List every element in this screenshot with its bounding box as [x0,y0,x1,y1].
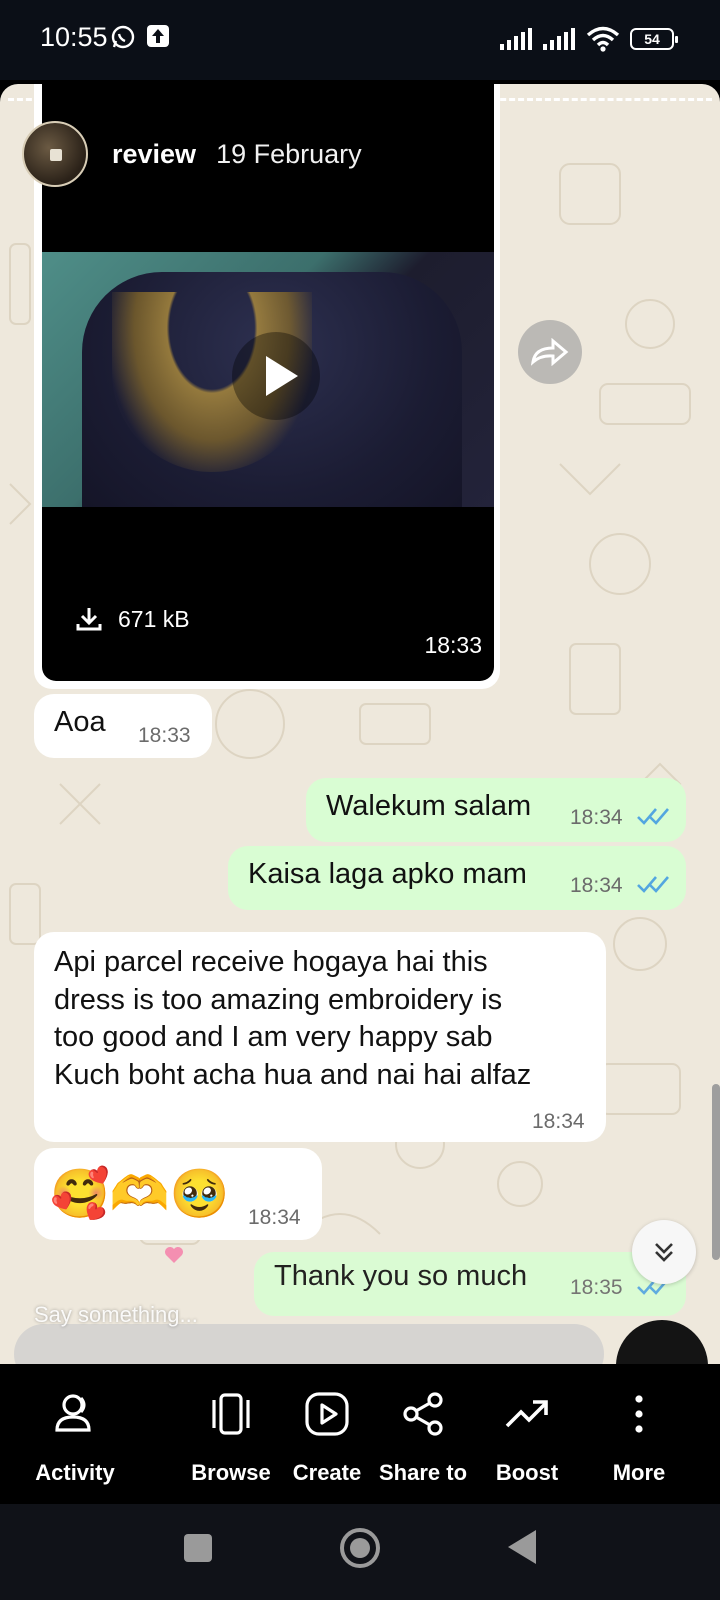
scrollbar[interactable] [712,1084,720,1260]
more-label: More [612,1460,666,1485]
browse-icon [212,1393,250,1435]
double-chevron-down-icon [655,1243,673,1262]
story-viewer[interactable]: 671 kB 18:33 review 19 February Aoa 18:3… [0,84,720,1364]
back-icon[interactable] [506,1528,538,1566]
browse-label: Browse [191,1460,271,1485]
message-text-line: too good and I am very happy sab [54,1021,493,1053]
whatsapp-icon [111,25,135,49]
wifi-icon [586,26,620,52]
upload-icon [147,25,169,47]
message-time: 18:35 [570,1276,623,1299]
create-label: Create [292,1460,362,1485]
heart-icon [165,1247,183,1263]
message-text-line: Kuch boht acha hua and nai hai alfaz [54,1058,532,1091]
message-time: 18:34 [570,806,623,829]
share-to-button[interactable]: Share to [368,1386,478,1486]
download-icon [76,608,102,631]
message-bubble-outgoing[interactable]: Kaisa laga apko mam 18:34 [228,846,686,910]
share-to-label: Share to [378,1460,468,1485]
browse-button[interactable]: Browse [176,1386,286,1486]
scroll-to-bottom-button[interactable] [632,1220,696,1284]
status-bar: 10:55 54 [0,0,720,80]
reply-input[interactable] [14,1324,604,1364]
message-bubble-incoming[interactable]: 🥰🫶🥹 18:34 [34,1148,322,1240]
forward-icon [531,338,569,366]
story-username[interactable]: review [112,139,196,170]
share-icon [403,1392,443,1436]
forward-button[interactable] [518,320,582,384]
read-ticks-icon [637,876,669,893]
message-text-line: dress is too amazing embroidery is [54,983,503,1016]
signal-icon [500,28,532,50]
more-button[interactable]: More [584,1386,694,1486]
create-icon [305,1392,349,1436]
boost-icon [505,1400,548,1428]
home-icon[interactable] [338,1526,382,1570]
message-text: Kaisa laga apko mam [248,858,527,890]
battery-icon: 54 [630,28,678,50]
story-header: review 19 February [22,120,362,188]
read-ticks-icon [637,808,669,825]
emoji-message: 🥰🫶🥹 [50,1166,230,1222]
download-button[interactable]: 671 kB [74,604,190,634]
boost-button[interactable]: Boost [472,1386,582,1486]
message-bubble-outgoing[interactable]: Walekum salam 18:34 [306,778,686,842]
message-time: 18:34 [248,1206,301,1229]
video-timestamp: 18:33 [424,632,482,658]
message-bubble-outgoing[interactable]: Thank you so much 18:35 [254,1252,686,1316]
story-action-bar: Activity Browse Create Share to Boost Mo… [0,1364,720,1504]
message-bubble-incoming[interactable]: Aoa 18:33 [34,694,212,758]
activity-button[interactable]: Activity [20,1386,130,1486]
recents-icon[interactable] [182,1532,214,1564]
avatar[interactable] [22,121,88,187]
video-thumbnail [42,252,494,507]
status-time: 10:55 [40,22,108,52]
message-time: 18:34 [532,1110,585,1133]
message-text: Aoa [54,706,106,738]
create-button[interactable]: Create [272,1386,382,1486]
signal-icon [543,28,575,50]
reply-placeholder: Say something... [34,1302,198,1327]
activity-label: Activity [35,1460,115,1485]
story-date: 19 February [216,138,362,169]
message-text-line: Api parcel receive hogaya hai this [54,946,488,978]
play-button[interactable] [232,332,320,420]
system-nav-bar [0,1504,720,1600]
message-time: 18:34 [570,874,623,897]
boost-label: Boost [495,1460,559,1485]
activity-icon [55,1394,91,1432]
message-time: 18:33 [138,724,191,747]
more-icon [635,1395,643,1433]
message-text: Thank you so much [274,1260,528,1292]
message-text: Walekum salam [326,790,532,822]
video-size-label: 671 kB [118,605,190,632]
message-bubble-incoming[interactable]: Api parcel receive hogaya hai this dress… [34,932,606,1142]
